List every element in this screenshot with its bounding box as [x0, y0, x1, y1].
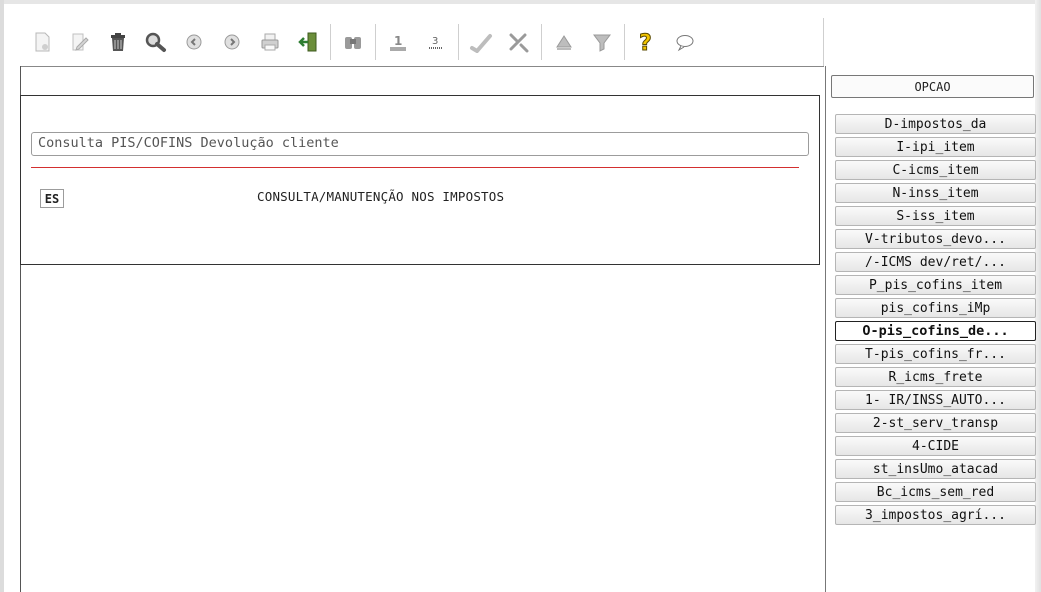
- svg-text:?: ?: [639, 31, 652, 55]
- next-icon[interactable]: [216, 26, 248, 58]
- toolbar-separator: [624, 24, 625, 60]
- print-icon[interactable]: [254, 26, 286, 58]
- option-button-selected[interactable]: O-pis_cofins_de...: [835, 321, 1036, 341]
- exit-icon[interactable]: [292, 26, 324, 58]
- option-button[interactable]: st_insUmo_atacad: [835, 459, 1036, 479]
- option-button[interactable]: Bc_icms_sem_red: [835, 482, 1036, 502]
- form-panel: Consulta PIS/COFINS Devolução cliente ES…: [20, 95, 820, 265]
- filter-icon[interactable]: [586, 26, 618, 58]
- option-button[interactable]: T-pis_cofins_fr...: [835, 344, 1036, 364]
- option-button[interactable]: 2-st_serv_transp: [835, 413, 1036, 433]
- spool-1-icon[interactable]: 1: [382, 26, 414, 58]
- toolbar-separator: [458, 24, 459, 60]
- help-icon[interactable]: ?: [631, 26, 663, 58]
- option-button[interactable]: 1- IR/INSS_AUTO...: [835, 390, 1036, 410]
- option-button[interactable]: /-ICMS dev/ret/...: [835, 252, 1036, 272]
- option-button[interactable]: pis_cofins_iMp: [835, 298, 1036, 318]
- toolbar-separator: [541, 24, 542, 60]
- toolbar-bottom-rule: [20, 66, 824, 67]
- option-button[interactable]: R_icms_frete: [835, 367, 1036, 387]
- tools-icon[interactable]: [503, 26, 535, 58]
- option-button[interactable]: V-tributos_devo...: [835, 229, 1036, 249]
- option-button[interactable]: C-icms_item: [835, 160, 1036, 180]
- svg-text:3: 3: [432, 36, 438, 47]
- toolbar: 1 3 ?: [20, 18, 824, 66]
- svg-text:1: 1: [394, 34, 402, 48]
- toolbar-right-border: [823, 18, 824, 66]
- binoculars-icon[interactable]: [337, 26, 369, 58]
- code-field[interactable]: ES: [40, 189, 64, 208]
- red-separator: [31, 167, 799, 168]
- search-icon[interactable]: [140, 26, 172, 58]
- screen-title: CONSULTA/MANUTENÇÃO NOS IMPOSTOS: [257, 189, 505, 204]
- window-top-edge: [0, 0, 1041, 4]
- option-button[interactable]: 4-CIDE: [835, 436, 1036, 456]
- description-field[interactable]: Consulta PIS/COFINS Devolução cliente: [31, 132, 809, 156]
- chat-icon[interactable]: [669, 26, 701, 58]
- option-button[interactable]: I-ipi_item: [835, 137, 1036, 157]
- option-button[interactable]: S-iss_item: [835, 206, 1036, 226]
- trash-icon[interactable]: [102, 26, 134, 58]
- prev-icon[interactable]: [178, 26, 210, 58]
- edit-icon[interactable]: [64, 26, 96, 58]
- toolbar-separator: [375, 24, 376, 60]
- options-divider: [825, 66, 826, 592]
- options-list: D-impostos_da I-ipi_item C-icms_item N-i…: [835, 114, 1036, 528]
- option-button[interactable]: 3_impostos_agrí...: [835, 505, 1036, 525]
- toolbar-separator: [330, 24, 331, 60]
- option-button[interactable]: N-inss_item: [835, 183, 1036, 203]
- option-button[interactable]: P_pis_cofins_item: [835, 275, 1036, 295]
- up-triangle-icon[interactable]: [548, 26, 580, 58]
- confirm-icon[interactable]: [465, 26, 497, 58]
- window-left-edge: [0, 0, 4, 592]
- new-doc-icon[interactable]: [26, 26, 58, 58]
- spool-3-icon[interactable]: 3: [420, 26, 452, 58]
- option-button[interactable]: D-impostos_da: [835, 114, 1036, 134]
- options-header: OPCAO: [831, 75, 1034, 98]
